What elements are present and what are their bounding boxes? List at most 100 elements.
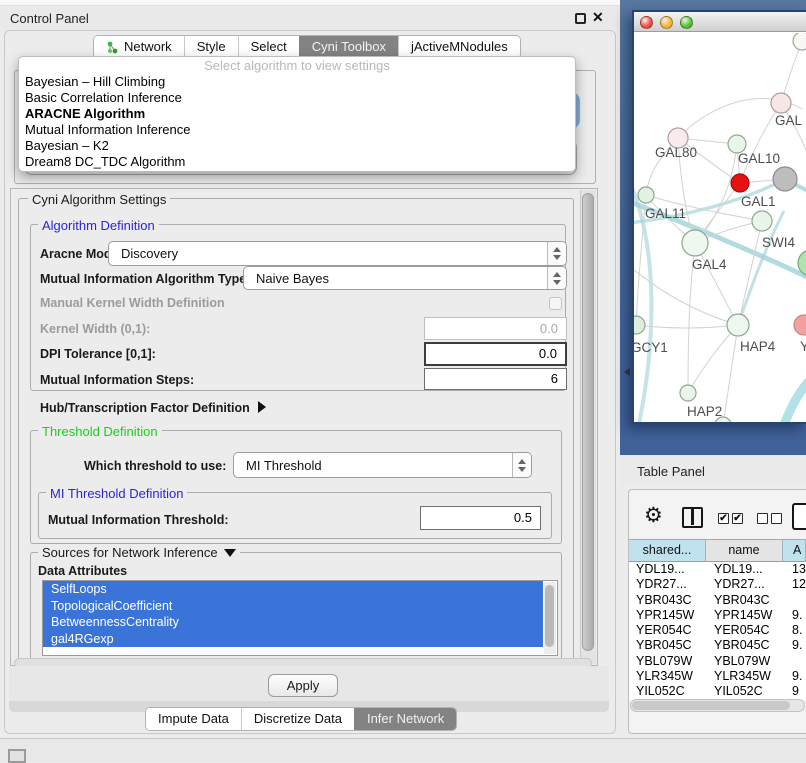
gear-icon[interactable]: ⚙: [644, 503, 663, 528]
aracne-mode-value: Discovery: [109, 246, 547, 261]
mi-algorithm-type-value: Naive Bayes: [244, 271, 547, 286]
attributes-scrollbar-thumb[interactable]: [545, 585, 554, 647]
mac-close-icon[interactable]: [640, 16, 653, 29]
column-header-name[interactable]: name: [706, 539, 783, 562]
control-panel-titlebar: [0, 6, 620, 30]
split-columns-icon[interactable]: [682, 507, 703, 528]
network-node-hap2[interactable]: [680, 385, 696, 401]
table-cell: YBR043C: [629, 593, 705, 608]
node-label: GAL11: [645, 206, 686, 221]
table-row[interactable]: YIL052CYIL052C9: [629, 684, 806, 699]
table-row[interactable]: YBR043CYBR043C: [629, 593, 806, 608]
close-icon[interactable]: ✕: [592, 9, 604, 26]
tab-jactivemnodules[interactable]: jActiveMNodules: [398, 36, 520, 58]
attributes-scrollbar[interactable]: [544, 582, 556, 654]
apply-button[interactable]: Apply: [268, 674, 338, 697]
kernel-width-label: Kernel Width (0,1):: [40, 322, 150, 336]
column-header-clipped[interactable]: A: [783, 539, 806, 562]
algorithm-option[interactable]: Dream8 DC_TDC Algorithm: [19, 154, 575, 170]
network-node[interactable]: [793, 33, 806, 50]
settings-vertical-scrollbar-thumb[interactable]: [582, 193, 594, 651]
aracne-mode-combobox[interactable]: Discovery: [108, 241, 567, 266]
table-horizontal-scrollbar-thumb[interactable]: [632, 701, 790, 710]
mi-steps-field[interactable]: 6: [424, 368, 567, 390]
subtab-impute-data[interactable]: Impute Data: [146, 708, 241, 730]
tab-select[interactable]: Select: [238, 36, 299, 58]
network-node-gal4[interactable]: [682, 230, 708, 256]
table-cell: YER054C: [705, 623, 782, 638]
table-cell: YLR345W: [705, 669, 782, 684]
node-label: GAL10: [738, 151, 780, 166]
table-row[interactable]: YLR345WYLR345W9.: [629, 669, 806, 684]
mi-threshold-field[interactable]: 0.5: [420, 506, 541, 530]
algorithm-option[interactable]: Bayesian – Hill Climbing: [19, 74, 575, 90]
network-node-gal[interactable]: [771, 93, 791, 113]
stepper-arrows-icon[interactable]: [512, 453, 531, 477]
checked-checkbox-icon[interactable]: ✔: [718, 513, 729, 524]
hub-definition-toggle[interactable]: Hub/Transcription Factor Definition: [40, 401, 266, 415]
column-header-shared-name[interactable]: shared...: [629, 539, 706, 562]
network-canvas[interactable]: GALGAL80GAL10GAL1GAL11GAL4SWI4GCY1HAP4YH…: [634, 33, 806, 422]
algorithm-option[interactable]: Mutual Information Inference: [19, 122, 575, 138]
algorithm-option[interactable]: Bayesian – K2: [19, 138, 575, 154]
dock-panel-icon[interactable]: [8, 749, 26, 763]
which-threshold-combobox[interactable]: MI Threshold: [233, 452, 532, 478]
tab-label: Select: [251, 36, 287, 58]
table-cell: YER054C: [629, 623, 705, 638]
table-row[interactable]: YPR145WYPR145W9.: [629, 608, 806, 623]
subtab-infer-network[interactable]: Infer Network: [354, 708, 456, 730]
table-row[interactable]: YDR27...YDR27...12: [629, 577, 806, 592]
new-table-icon[interactable]: [792, 503, 806, 530]
table-row[interactable]: YER054CYER054C8.: [629, 623, 806, 638]
algorithm-dropdown-list: Bayesian – Hill ClimbingBasic Correlatio…: [19, 74, 575, 170]
mac-minimize-icon[interactable]: [660, 16, 673, 29]
manual-kernel-width-checkbox[interactable]: [549, 297, 562, 310]
attribute-list-item[interactable]: TopologicalCoefficient: [43, 598, 543, 615]
network-view-window[interactable]: GALGAL80GAL10GAL1GAL11GAL4SWI4GCY1HAP4YH…: [632, 10, 806, 424]
mi-threshold-label: Mutual Information Threshold:: [48, 513, 229, 527]
attribute-list-item[interactable]: BetweennessCentrality: [43, 614, 543, 631]
stepper-arrows-icon[interactable]: [547, 267, 566, 289]
stepper-arrows-icon[interactable]: [547, 242, 566, 265]
attribute-list-item[interactable]: SelfLoops: [43, 581, 543, 598]
node-label: SWI4: [762, 235, 795, 250]
network-node-gcy1[interactable]: [634, 316, 645, 334]
network-node[interactable]: [731, 174, 749, 192]
sources-group-title[interactable]: Sources for Network Inference: [38, 545, 240, 560]
algorithm-option[interactable]: ARACNE Algorithm: [19, 106, 575, 122]
tab-cyni-toolbox[interactable]: Cyni Toolbox: [299, 36, 398, 58]
network-node-y[interactable]: [794, 315, 806, 335]
data-attributes-list[interactable]: SelfLoopsTopologicalCoefficientBetweenne…: [42, 580, 558, 656]
status-strip: [0, 738, 806, 762]
checked-checkbox-icon[interactable]: ✔: [732, 513, 743, 524]
table-header-row: shared... name A: [629, 539, 806, 562]
algorithm-option[interactable]: Basic Correlation Inference: [19, 90, 575, 106]
table-row[interactable]: YBL079WYBL079W: [629, 654, 806, 669]
table-cell: 9.: [782, 608, 806, 623]
tab-style[interactable]: Style: [184, 36, 238, 58]
table-row[interactable]: YBR045CYBR045C9.: [629, 638, 806, 653]
network-window-titlebar[interactable]: [634, 12, 806, 32]
node-label: GAL4: [692, 257, 727, 272]
tab-network[interactable]: Network: [94, 36, 184, 58]
cyni-settings-group-title: Cyni Algorithm Settings: [28, 192, 170, 207]
network-node-gal11[interactable]: [638, 187, 654, 203]
network-node-hap4[interactable]: [727, 314, 749, 336]
subtab-discretize-data[interactable]: Discretize Data: [241, 708, 354, 730]
dpi-tolerance-field[interactable]: 0.0: [424, 342, 567, 366]
network-node-gal1[interactable]: [752, 211, 772, 231]
table-horizontal-scrollbar[interactable]: [630, 699, 805, 712]
unchecked-checkbox-icon[interactable]: [757, 513, 768, 524]
table-cell: YIL052C: [705, 684, 782, 699]
float-window-icon[interactable]: [575, 13, 586, 24]
expanded-arrow-icon[interactable]: [224, 549, 236, 557]
sources-group-label: Sources for Network Inference: [42, 545, 218, 560]
network-node[interactable]: [773, 167, 797, 191]
panel-resize-cursor-icon: [624, 368, 630, 376]
unchecked-checkbox-icon[interactable]: [771, 513, 782, 524]
mac-zoom-icon[interactable]: [680, 16, 693, 29]
collapsed-arrow-icon[interactable]: [258, 401, 266, 413]
attribute-list-item[interactable]: gal4RGexp: [43, 631, 543, 648]
table-row[interactable]: YDL19...YDL19...13: [629, 562, 806, 577]
mi-algorithm-type-combobox[interactable]: Naive Bayes: [243, 266, 567, 290]
